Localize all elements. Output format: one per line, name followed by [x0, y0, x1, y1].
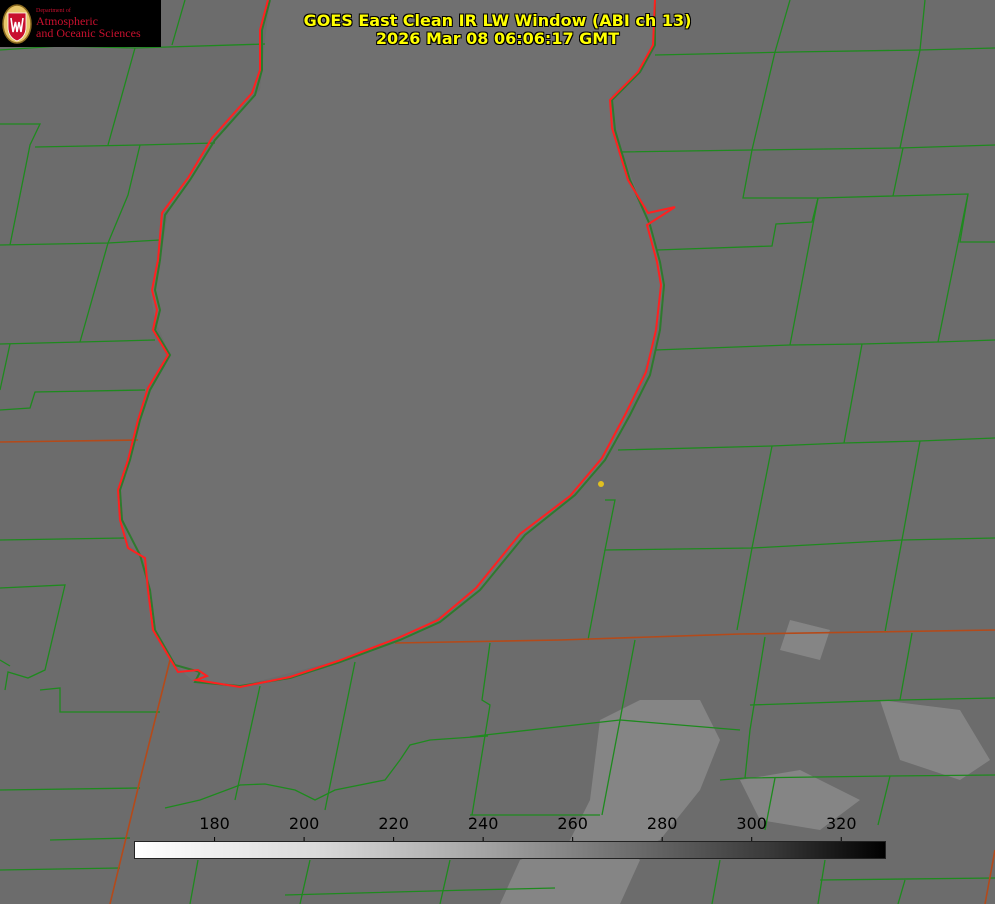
colorbar-tick-label: 220 — [378, 814, 409, 833]
colorbar-tick-label: 300 — [736, 814, 767, 833]
image-title: GOES East Clean IR LW Window (ABI ch 13)… — [0, 12, 995, 48]
title-line-1: GOES East Clean IR LW Window (ABI ch 13) — [303, 11, 692, 30]
colorbar-tick-label: 260 — [557, 814, 588, 833]
station-marker — [598, 481, 604, 487]
colorbar-tick-label: 180 — [199, 814, 230, 833]
colorbar-tick-label: 280 — [646, 814, 678, 833]
colorbar-tick-label: 320 — [825, 814, 857, 833]
colorbar-tick-label: 240 — [467, 814, 499, 833]
colorbar-tick-labels: 180 200 220 240 260 280 300 320 — [0, 814, 995, 834]
colorbar-tick-label: 200 — [288, 814, 320, 833]
colorbar — [134, 841, 886, 859]
title-timestamp: 2026 Mar 08 06:06:17 GMT — [375, 29, 620, 48]
satellite-map — [0, 0, 995, 904]
